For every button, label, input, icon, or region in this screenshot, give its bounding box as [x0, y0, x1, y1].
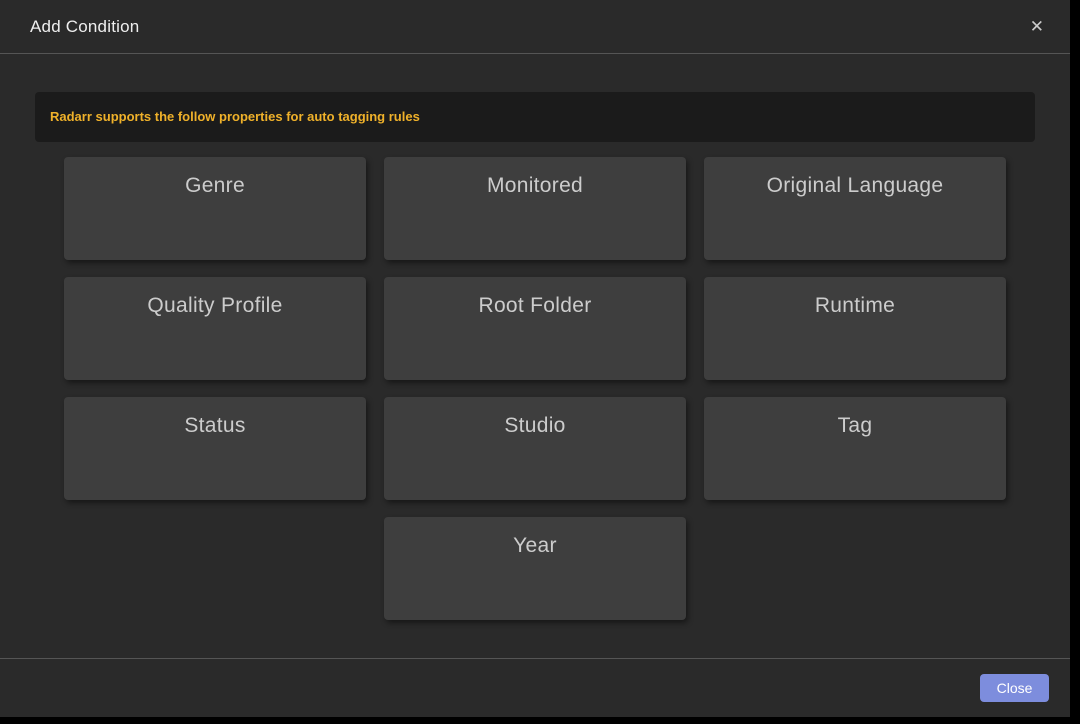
close-button[interactable]: Close [980, 674, 1049, 702]
condition-card-status[interactable]: Status [64, 397, 366, 500]
close-icon[interactable]: ✕ [1026, 16, 1048, 37]
condition-card-label: Root Folder [478, 294, 591, 317]
condition-card-genre[interactable]: Genre [64, 157, 366, 260]
modal-body: Radarr supports the follow properties fo… [0, 54, 1070, 658]
condition-card-label: Monitored [487, 174, 583, 197]
modal-footer: Close [0, 658, 1070, 717]
modal-title: Add Condition [30, 17, 139, 37]
condition-card-label: Year [513, 534, 557, 557]
condition-card-label: Quality Profile [147, 294, 282, 317]
condition-card-runtime[interactable]: Runtime [704, 277, 1006, 380]
condition-card-label: Studio [504, 414, 565, 437]
condition-card-year[interactable]: Year [384, 517, 686, 620]
condition-card-original-language[interactable]: Original Language [704, 157, 1006, 260]
condition-card-monitored[interactable]: Monitored [384, 157, 686, 260]
modal-header: Add Condition ✕ [0, 0, 1070, 54]
condition-card-label: Original Language [767, 174, 944, 197]
condition-card-label: Tag [838, 414, 873, 437]
condition-card-tag[interactable]: Tag [704, 397, 1006, 500]
auto-tagging-info-message: Radarr supports the follow properties fo… [35, 92, 1035, 142]
condition-card-label: Genre [185, 174, 245, 197]
condition-card-root-folder[interactable]: Root Folder [384, 277, 686, 380]
condition-card-grid: Genre Monitored Original Language Qualit… [35, 157, 1035, 620]
add-condition-modal: Add Condition ✕ Radarr supports the foll… [0, 0, 1070, 717]
condition-card-label: Runtime [815, 294, 895, 317]
condition-card-label: Status [184, 414, 245, 437]
condition-card-quality-profile[interactable]: Quality Profile [64, 277, 366, 380]
condition-card-studio[interactable]: Studio [384, 397, 686, 500]
